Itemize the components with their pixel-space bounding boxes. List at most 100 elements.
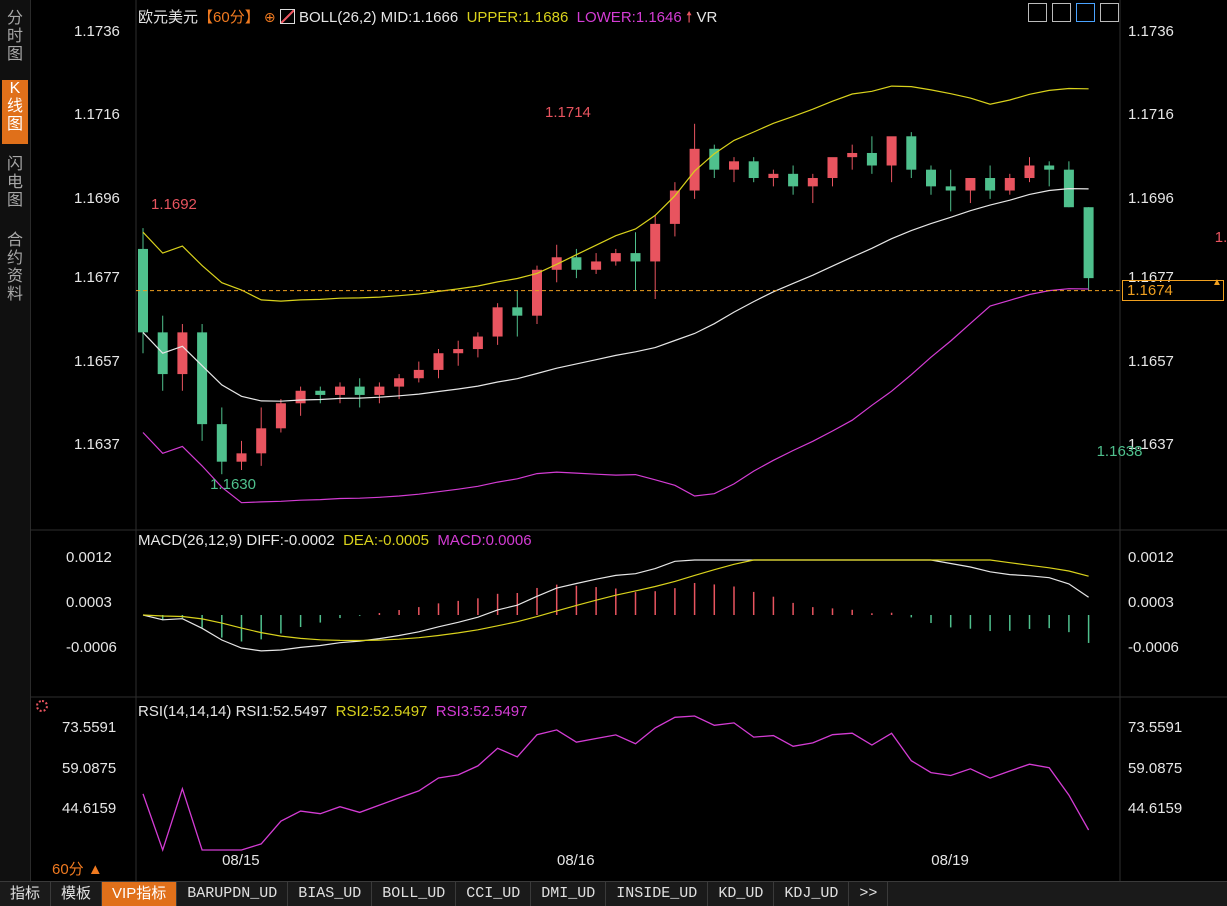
chart-canvas[interactable] xyxy=(0,0,1227,881)
macd-ylabel-left: 0.0003 xyxy=(66,594,112,611)
macd-ylabel-left: -0.0006 xyxy=(66,639,117,656)
indicator-tab-8[interactable]: INSIDE_UD xyxy=(606,882,709,906)
price-ylabel-left: 1.1637 xyxy=(74,436,120,453)
macd-header: MACD(26,12,9) DIFF:-0.0002 DEA:-0.0005 M… xyxy=(138,532,532,549)
candle-body xyxy=(453,349,464,354)
candle-body xyxy=(729,161,739,170)
date-label: 08/15 xyxy=(222,852,260,869)
period-label: 【60分】 xyxy=(198,9,260,26)
price-ylabel-right: 1.1716 xyxy=(1128,106,1174,124)
candle-body xyxy=(295,390,306,404)
indicator-tab-9[interactable]: KD_UD xyxy=(708,882,775,906)
candle-body xyxy=(532,269,542,316)
split-view-icon[interactable] xyxy=(1052,3,1071,22)
indicator-tab-5[interactable]: BOLL_UD xyxy=(372,882,457,906)
rsi-ylabel-right: 44.6159 xyxy=(1128,800,1183,817)
extreme-price-label: 1.1684 xyxy=(1214,228,1227,246)
candle-body xyxy=(748,161,759,179)
rsi-ylabel-right: 59.0875 xyxy=(1128,759,1183,777)
candle-body xyxy=(788,173,799,187)
indicator-tab-10[interactable]: KDJ_UD xyxy=(774,882,850,906)
candle-body xyxy=(1004,178,1015,191)
macd-diff: DIFF:-0.0002 xyxy=(246,532,335,549)
candle-body xyxy=(216,424,227,462)
price-ylabel-left: 1.1657 xyxy=(74,352,120,370)
current-price-marker: ▲ xyxy=(1212,276,1222,288)
chart-type-icon[interactable] xyxy=(1076,3,1095,22)
rsi-ylabel-left: 73.5591 xyxy=(62,719,117,736)
candle-body xyxy=(650,223,661,262)
candle-body xyxy=(1024,165,1035,179)
candle-body xyxy=(413,369,424,379)
indicator-tab-7[interactable]: DMI_UD xyxy=(531,882,607,906)
boll-lower: LOWER:1.1646 xyxy=(576,9,682,26)
candle-body xyxy=(610,253,621,262)
boll-mid: MID:1.1666 xyxy=(380,9,459,26)
current-price-label: 1.1674 xyxy=(1122,279,1224,301)
candle-body xyxy=(630,253,641,262)
indicator-tab-1[interactable]: 模板 xyxy=(51,882,103,906)
date-label: 08/19 xyxy=(931,852,969,869)
rsi-name: RSI(14,14,14) xyxy=(138,703,232,720)
period-selector[interactable]: 60分 ▲ xyxy=(52,858,103,879)
up-arrow-icon: 🠕 xyxy=(685,9,693,26)
candle-body xyxy=(906,136,917,170)
macd-dea: DEA:-0.0005 xyxy=(343,532,429,549)
candle-body xyxy=(236,453,247,462)
candle-body xyxy=(1083,207,1094,279)
candle-body xyxy=(512,307,523,316)
macd-ylabel-right: -0.0006 xyxy=(1128,639,1179,656)
candle-body xyxy=(591,261,602,270)
rsi-3: RSI3:52.5497 xyxy=(435,703,528,720)
rsi-ylabel-left: 44.6159 xyxy=(62,800,117,817)
candle-body xyxy=(807,178,818,187)
candle-body xyxy=(492,307,503,337)
rsi-ylabel-left: 59.0875 xyxy=(62,759,117,777)
candle-body xyxy=(433,353,444,370)
price-pane xyxy=(136,85,1120,504)
candle-body xyxy=(985,178,996,191)
add-circle-icon[interactable]: ⊕ xyxy=(264,9,276,25)
candle-body xyxy=(394,378,405,387)
price-ylabel-right: 1.1736 xyxy=(1128,23,1174,40)
symbol-title: 欧元美元 xyxy=(138,9,199,26)
indicator-tab-2[interactable]: VIP指标 xyxy=(102,882,178,906)
candle-body xyxy=(374,386,385,395)
macd-ylabel-right: 0.0003 xyxy=(1128,594,1174,611)
indicator-tab-0[interactable]: 指标 xyxy=(0,882,52,906)
export-icon[interactable] xyxy=(1100,3,1119,22)
vr-label[interactable]: VR xyxy=(696,9,717,26)
rsi-pane xyxy=(142,715,1090,853)
boll-lower-line xyxy=(142,288,1089,504)
rsi-2: RSI2:52.5497 xyxy=(335,703,428,720)
candle-body xyxy=(965,178,976,191)
candle-body xyxy=(886,136,897,166)
price-header: 欧元美元【60分】 ⊕ BOLL(26,2) MID:1.1666 UPPER:… xyxy=(138,6,717,32)
candle-body xyxy=(256,428,267,454)
boll-upper: UPPER:1.1686 xyxy=(466,9,569,26)
candle-body xyxy=(315,390,326,395)
candle-body xyxy=(1044,165,1055,170)
macd-value: MACD:0.0006 xyxy=(437,532,532,549)
boll-label: BOLL(26,2) xyxy=(298,9,377,26)
settings-dot-icon[interactable] xyxy=(36,700,48,712)
candle-body xyxy=(827,157,838,179)
indicator-tab-4[interactable]: BIAS_UD xyxy=(288,882,373,906)
date-label: 08/16 xyxy=(557,852,595,869)
indicator-tab-6[interactable]: CCI_UD xyxy=(456,882,532,906)
indicator-tab-3[interactable]: BARUPDN_UD xyxy=(177,882,289,906)
rsi-1: RSI1:52.5497 xyxy=(235,703,328,720)
crosshair-icon[interactable] xyxy=(1028,3,1047,22)
indicator-tab-11[interactable]: >> xyxy=(849,882,889,906)
macd-ylabel-left: 0.0012 xyxy=(66,549,112,566)
candle-body xyxy=(847,152,858,158)
candle-body xyxy=(197,332,208,425)
extreme-price-label: 1.1630 xyxy=(210,476,256,494)
macd-name: MACD(26,12,9) xyxy=(138,532,243,549)
price-ylabel-right: 1.1696 xyxy=(1128,189,1174,207)
price-ylabel-right: 1.1657 xyxy=(1128,352,1174,370)
extreme-price-label: 1.1692 xyxy=(151,195,197,213)
boll-mid-line xyxy=(142,187,1089,402)
candle-body xyxy=(689,148,700,191)
boll-upper-line xyxy=(142,85,1089,302)
